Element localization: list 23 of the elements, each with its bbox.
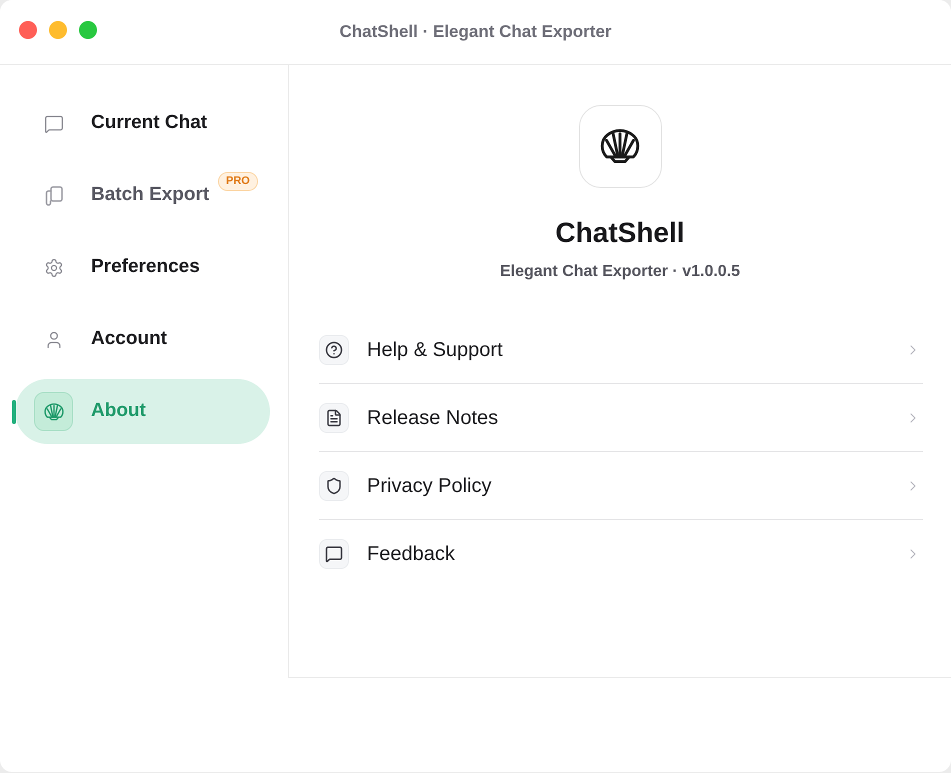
window-title: ChatShell · Elegant Chat Exporter (339, 21, 612, 44)
about-link-row[interactable]: Privacy Policy (319, 452, 923, 520)
close-button[interactable] (19, 21, 37, 39)
about-link-row[interactable]: Release Notes (319, 384, 923, 452)
sidebar-item[interactable]: Preferences (15, 235, 270, 300)
copy-icon (44, 186, 64, 206)
help-icon (319, 334, 349, 364)
about-link-row[interactable]: Help & Support (319, 316, 923, 384)
active-indicator (12, 400, 16, 424)
sidebar-item[interactable]: Current Chat (15, 91, 270, 156)
sidebar-item[interactable]: Account (15, 307, 270, 372)
pro-badge: PRO (218, 172, 258, 191)
settings-icon (44, 258, 64, 278)
app-subtitle: Elegant Chat Exporter · v1.0.0.5 (500, 262, 740, 282)
chat-bubble-icon (44, 114, 64, 134)
minimize-button[interactable] (49, 21, 67, 39)
chat-bubble-icon (319, 539, 349, 569)
app-name: ChatShell (555, 216, 685, 250)
shell-icon (34, 392, 73, 431)
about-link-row[interactable]: Feedback (319, 520, 923, 588)
document-icon (319, 402, 349, 432)
zoom-button[interactable] (79, 21, 97, 39)
shield-icon (319, 470, 349, 500)
